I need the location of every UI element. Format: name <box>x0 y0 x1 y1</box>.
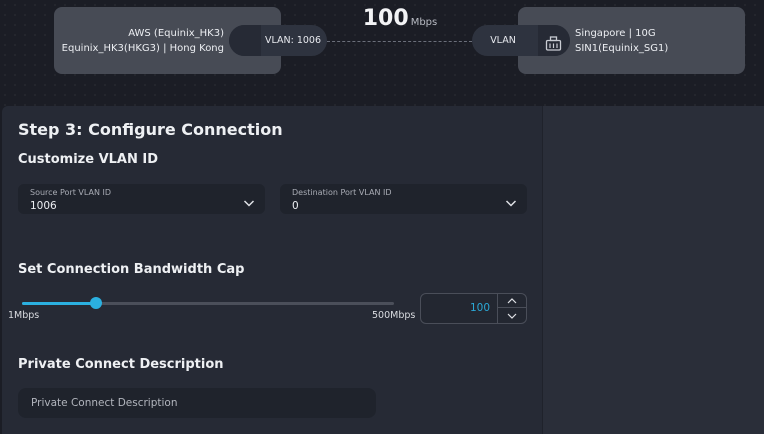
decrement-button[interactable] <box>498 309 526 323</box>
stepper-buttons <box>497 294 526 323</box>
destination-location: SIN1(Equinix_SG1) <box>575 43 669 54</box>
slider-min-label: 1Mbps <box>8 310 40 321</box>
destination-vlan-pill: VLAN <box>472 25 570 56</box>
bandwidth-display: 100 Mbps <box>340 6 460 31</box>
destination-vlan-label: VLAN <box>490 35 516 46</box>
description-input-placeholder: Private Connect Description <box>31 397 178 409</box>
bandwidth-slider[interactable] <box>22 297 394 309</box>
chevron-down-icon <box>243 193 255 212</box>
side-panel <box>542 106 764 434</box>
building-icon <box>545 33 562 64</box>
vlan-section-title: Customize VLAN ID <box>18 152 159 167</box>
destination-vlan-select-value: 0 <box>292 200 299 212</box>
chevron-down-icon <box>505 193 517 212</box>
source-pill-cap <box>229 25 261 56</box>
destination-vlan-select-label: Destination Port VLAN ID <box>292 188 392 197</box>
bandwidth-stepper[interactable]: 100 <box>420 293 527 324</box>
configure-connection-panel: Step 3: Configure Connection Customize V… <box>2 106 542 434</box>
bandwidth-slider-fill <box>22 302 97 305</box>
bandwidth-unit: Mbps <box>410 17 438 28</box>
description-input[interactable]: Private Connect Description <box>18 388 376 418</box>
destination-port: Singapore | 10G <box>575 28 656 39</box>
source-vlan-pill: VLAN: 1006 <box>229 25 327 56</box>
app-root: AWS (Equinix_HK3) Equinix_HK3(HKG3) | Ho… <box>0 0 764 434</box>
connection-line <box>327 41 472 42</box>
source-location: Equinix_HK3(HKG3) | Hong Kong <box>61 43 224 54</box>
source-provider: AWS (Equinix_HK3) <box>128 28 224 39</box>
bandwidth-value: 100 <box>362 6 409 31</box>
source-vlan-label: VLAN: 1006 <box>265 35 322 46</box>
description-section-title: Private Connect Description <box>18 357 224 372</box>
destination-vlan-select[interactable]: Destination Port VLAN ID 0 <box>280 184 527 214</box>
bandwidth-slider-thumb[interactable] <box>90 297 103 309</box>
increment-button[interactable] <box>498 294 526 308</box>
step-title: Step 3: Configure Connection <box>18 120 283 139</box>
bandwidth-section-title: Set Connection Bandwidth Cap <box>18 262 245 277</box>
source-vlan-select[interactable]: Source Port VLAN ID 1006 <box>18 184 265 214</box>
source-vlan-select-label: Source Port VLAN ID <box>30 188 112 197</box>
source-vlan-select-value: 1006 <box>30 200 57 212</box>
bandwidth-stepper-value[interactable]: 100 <box>470 302 490 314</box>
slider-max-label: 500Mbps <box>372 310 416 321</box>
